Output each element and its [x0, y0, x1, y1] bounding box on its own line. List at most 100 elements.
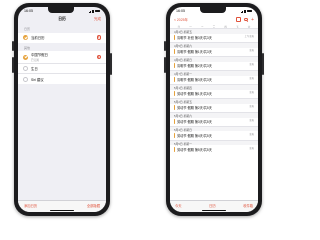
calendar-row-current[interactable]: 当前日历 i	[18, 33, 106, 43]
calendar-row-holidays[interactable]: 中国节假日 已订阅 i	[18, 51, 106, 64]
event-title: 劳动节 假期 第5天/共5天	[177, 148, 212, 153]
event-row[interactable]: 清明节 假期 第2天/共3天 全天	[170, 62, 258, 70]
event-title: 清明节 假期 第3天/共3天	[177, 78, 212, 83]
mute-switch	[12, 41, 14, 51]
event-row[interactable]: 清明节 补班 第3天/共3天 上午全天	[170, 34, 258, 42]
other-group: 中国节假日 已订阅 i 生日 Siri 建议	[18, 51, 106, 84]
done-button[interactable]: 完成	[94, 17, 101, 22]
event-row[interactable]: 劳动节 假期 第1天/共5天 全天	[170, 90, 258, 98]
event-time: 全天	[249, 49, 254, 53]
calendar-color-bar	[174, 35, 175, 41]
event-time: 全天	[249, 77, 254, 81]
home-indicator	[202, 209, 226, 211]
event-list-screen: 16:05 < 2025年 + 日 一 二 三 四 五 六	[170, 7, 258, 212]
event-row[interactable]: 清明节 假期 第1天/共3天 全天	[170, 48, 258, 56]
page-title: 日历	[58, 17, 66, 21]
day-section: 5月5日 星期一 劳动节 假期 第5天/共5天 全天	[170, 139, 258, 154]
calendar-color-bar	[174, 77, 175, 83]
event-title: 清明节 假期 第1天/共3天	[177, 50, 212, 55]
signal-icon	[241, 9, 246, 13]
add-calendar-button[interactable]: 添加日历	[24, 203, 37, 208]
info-icon[interactable]: i	[96, 54, 101, 60]
today-button[interactable]: 今天	[175, 203, 182, 208]
day-section: 4月4日 星期五 清明节 补班 第3天/共3天 上午全天	[170, 28, 258, 42]
calendar-color-bar	[174, 91, 175, 97]
calendar-group: 当前日历 i	[18, 32, 106, 43]
event-time: 全天	[249, 63, 254, 67]
notch	[200, 7, 227, 13]
event-time: 全天	[249, 119, 254, 123]
calendar-name: 中国节假日	[31, 53, 48, 58]
event-row[interactable]: 清明节 假期 第3天/共3天 全天	[170, 76, 258, 84]
info-icon[interactable]: i	[96, 35, 101, 40]
power-button	[110, 53, 112, 75]
event-time: 全天	[249, 91, 254, 95]
day-section: 4月6日 星期日 清明节 假期 第2天/共3天 全天	[170, 55, 258, 70]
checkmark-icon[interactable]	[23, 35, 28, 40]
calendars-screen: 16:05 日历 完成 日历 当前日历 i 其他 中国节假日 已订阅 i 生日 …	[18, 7, 106, 212]
nav-bar: 日历 完成	[18, 15, 106, 24]
event-row[interactable]: 劳动节 假期 第3天/共5天 全天	[170, 118, 258, 126]
calendar-subtitle: 已订阅	[31, 58, 39, 62]
phone-left: 16:05 日历 完成 日历 当前日历 i 其他 中国节假日 已订阅 i 生日 …	[12, 3, 112, 216]
status-time: 16:05	[176, 9, 185, 13]
back-button[interactable]: < 2025年	[174, 17, 188, 22]
section-header-other: 其他	[24, 45, 31, 50]
calendar-row-birthdays[interactable]: 生日	[18, 64, 106, 74]
event-time: 全天	[249, 105, 254, 109]
event-time: 上午全天	[244, 35, 254, 39]
volume-button	[12, 57, 14, 73]
unchecked-circle-icon[interactable]	[23, 66, 28, 71]
calendar-name: Siri 建议	[31, 77, 44, 82]
status-bar: 16:05	[18, 7, 106, 15]
mute-switch	[164, 41, 166, 51]
list-view-icon[interactable]	[236, 17, 242, 22]
battery-icon	[95, 9, 100, 13]
event-time: 全天	[249, 133, 254, 137]
day-section: 5月1日 星期四 劳动节 假期 第1天/共5天 全天	[170, 83, 258, 98]
status-time: 16:05	[24, 9, 33, 13]
add-icon[interactable]: +	[251, 17, 254, 22]
event-title: 劳动节 假期 第4天/共5天	[177, 134, 212, 139]
event-title: 清明节 假期 第2天/共3天	[177, 64, 212, 69]
calendar-name: 当前日历	[31, 36, 45, 40]
calendar-row-siri[interactable]: Siri 建议	[18, 74, 106, 84]
calendar-color-bar	[174, 146, 175, 153]
calendar-color-bar	[174, 49, 175, 55]
day-section: 5月2日 星期五 劳动节 假期 第2天/共5天 全天	[170, 97, 258, 112]
day-section: 4月7日 星期一 清明节 假期 第3天/共3天 全天	[170, 69, 258, 84]
battery-icon	[247, 9, 252, 13]
calendars-button[interactable]: 日历	[209, 203, 216, 208]
power-button	[262, 53, 264, 75]
calendar-color-bar	[174, 132, 175, 139]
event-list: 4月4日 星期五 清明节 补班 第3天/共3天 上午全天 4月5日 星期六 清明节…	[170, 28, 258, 154]
event-title: 劳动节 假期 第3天/共5天	[177, 120, 212, 125]
event-row[interactable]: 劳动节 假期 第2天/共5天 全天	[170, 104, 258, 112]
event-time: 全天	[249, 147, 254, 151]
event-title: 劳动节 假期 第2天/共5天	[177, 106, 212, 111]
event-title: 清明节 补班 第3天/共3天	[177, 36, 212, 41]
search-icon[interactable]	[244, 17, 249, 22]
hide-all-button[interactable]: 全部隐藏	[87, 203, 100, 208]
calendar-color-bar	[174, 119, 175, 125]
nav-bar: < 2025年 +	[170, 15, 258, 24]
day-section: 5月3日 星期六 劳动节 假期 第3天/共5天 全天	[170, 111, 258, 126]
event-title: 劳动节 假期 第1天/共5天	[177, 92, 212, 97]
status-bar: 16:05	[170, 7, 258, 15]
signal-icon	[89, 9, 94, 13]
volume-button	[164, 57, 166, 73]
day-section: 5月4日 星期日 劳动节 假期 第4天/共5天 全天	[170, 125, 258, 140]
notch	[48, 7, 75, 13]
calendar-color-bar	[174, 105, 175, 111]
day-section: 4月5日 星期六 清明节 假期 第1天/共3天 全天	[170, 41, 258, 56]
event-row[interactable]: 劳动节 假期 第5天/共5天 全天	[170, 145, 258, 153]
section-header-calendars: 日历	[24, 27, 31, 31]
calendar-color-bar	[174, 63, 175, 69]
event-row[interactable]: 劳动节 假期 第4天/共5天 全天	[170, 131, 258, 139]
calendar-name: 生日	[31, 67, 38, 71]
inbox-button[interactable]: 收件箱	[243, 203, 253, 208]
checkmark-icon[interactable]	[23, 54, 28, 60]
phone-right: 16:05 < 2025年 + 日 一 二 三 四 五 六	[164, 3, 264, 216]
unchecked-circle-icon[interactable]	[23, 76, 28, 82]
home-indicator	[50, 209, 74, 211]
